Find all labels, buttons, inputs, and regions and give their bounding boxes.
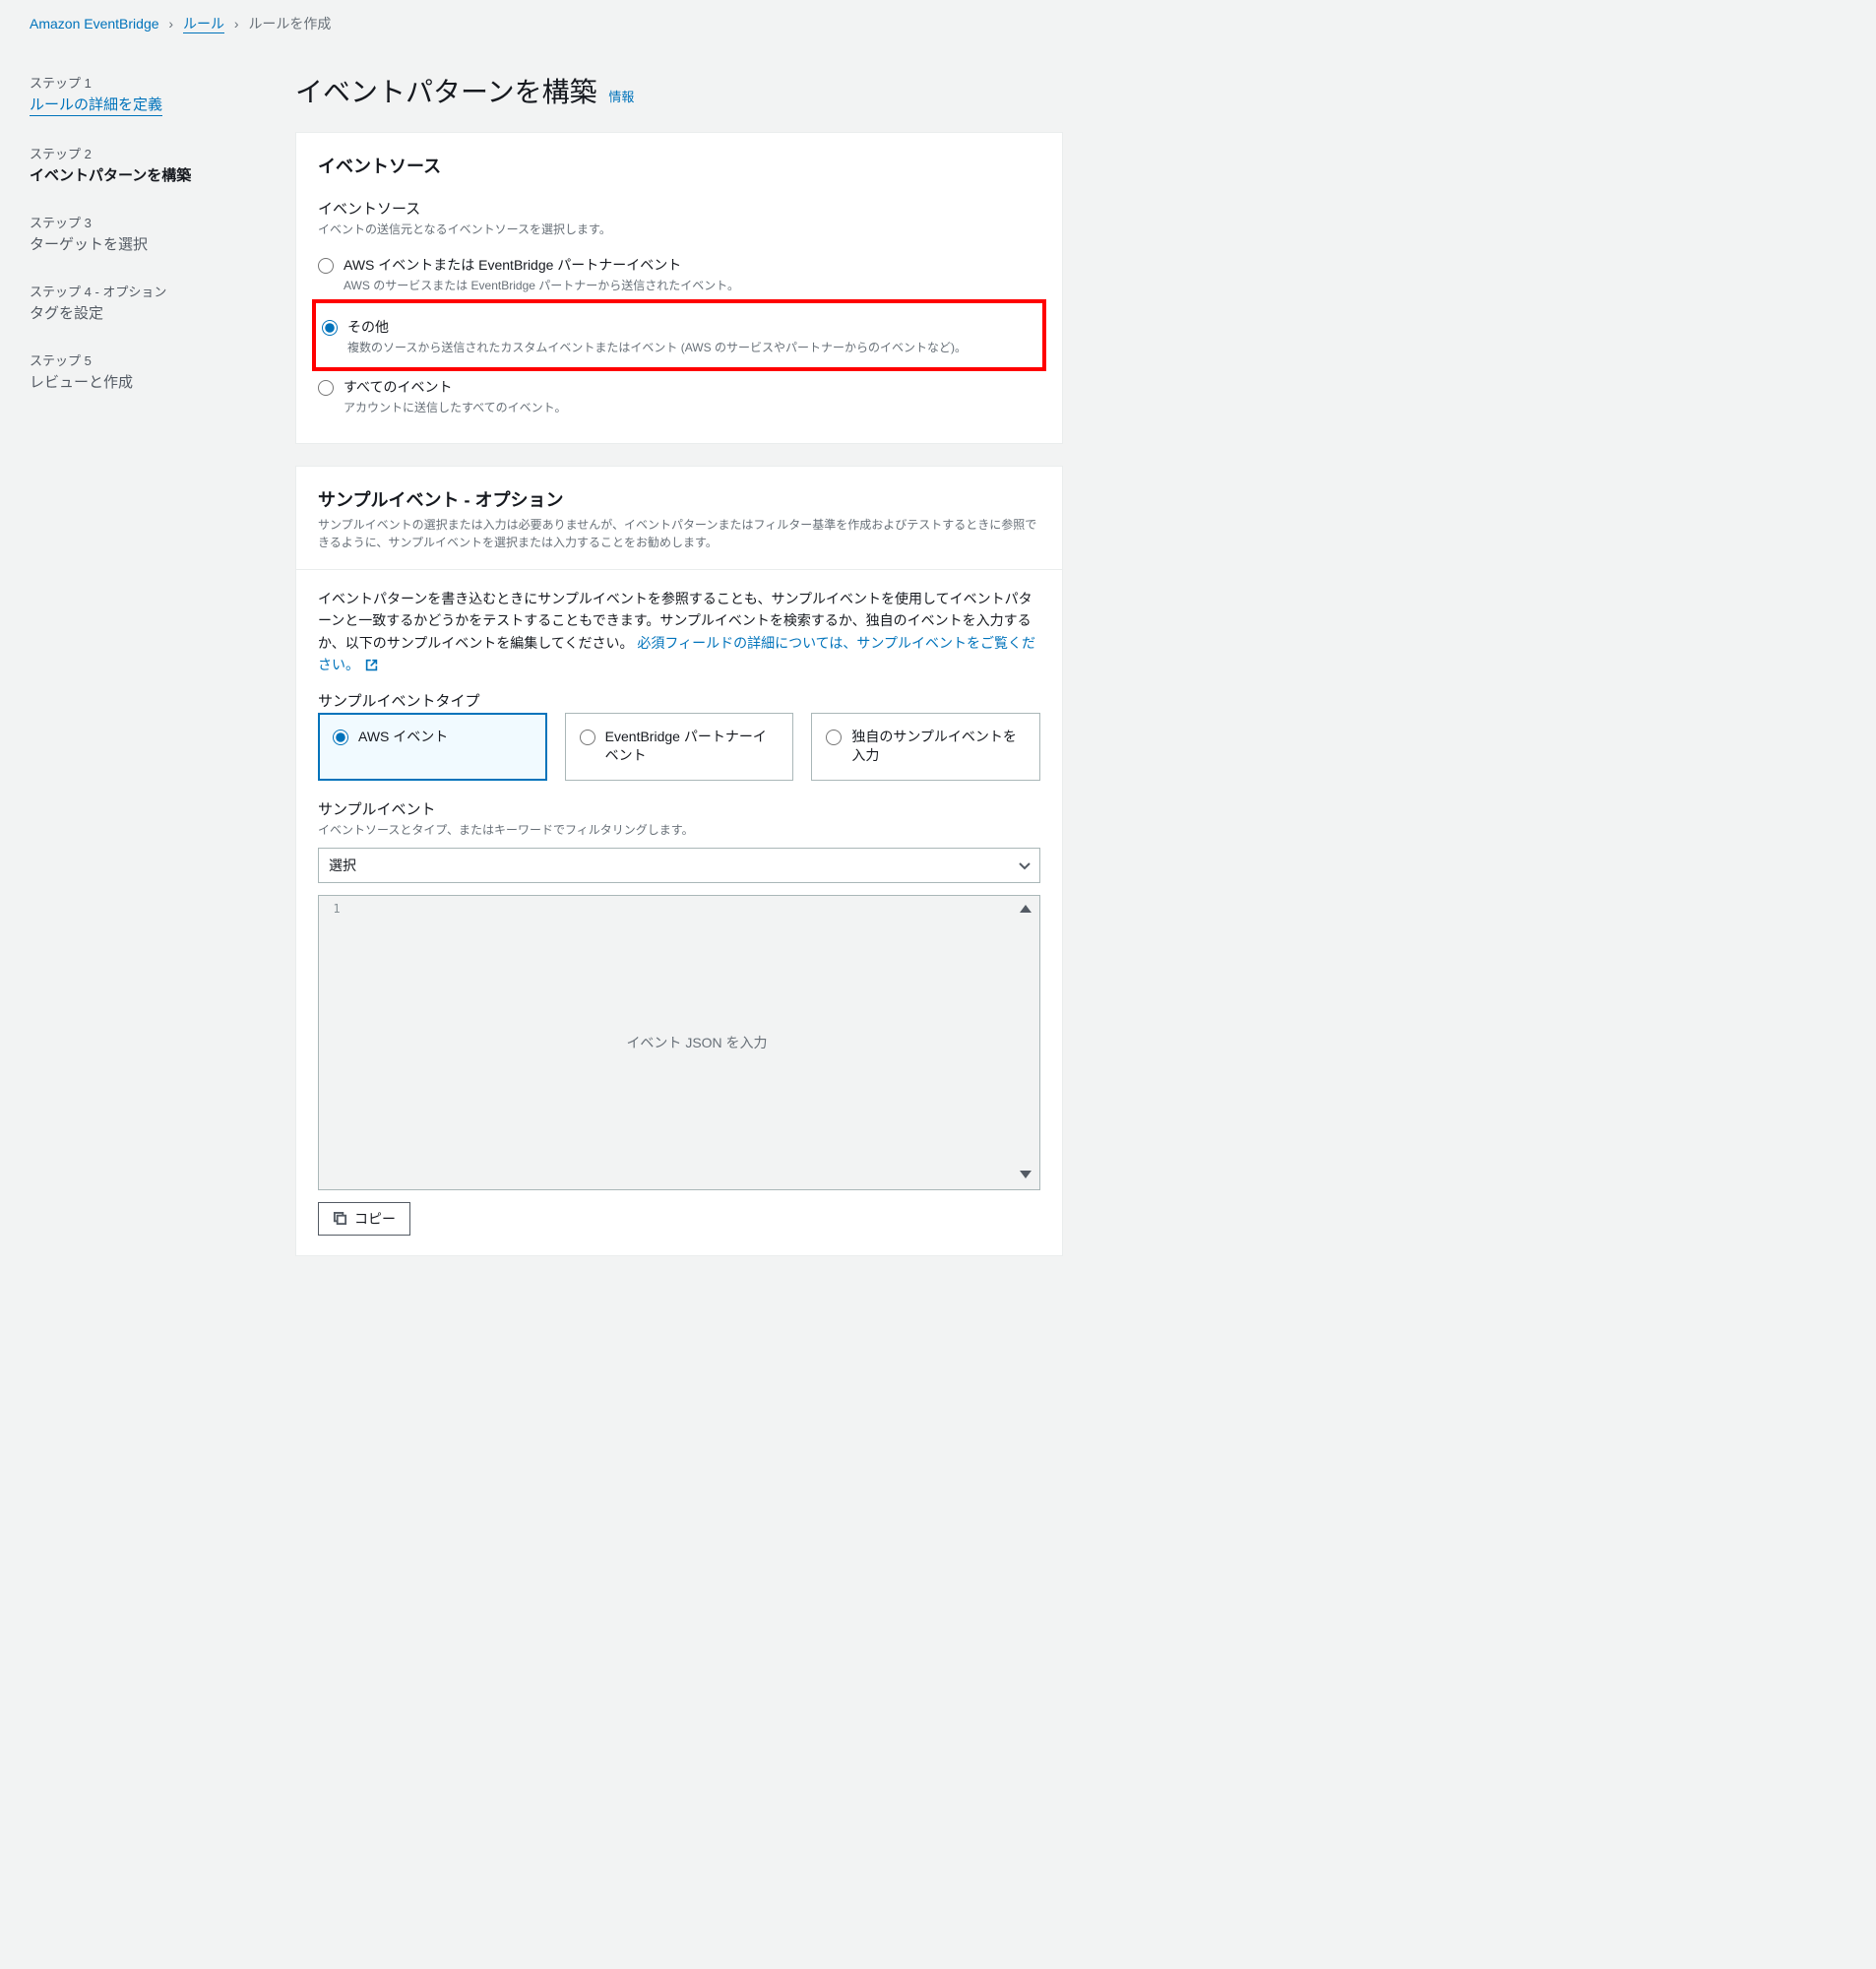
scroll-up-icon[interactable] [1018, 902, 1033, 918]
step-label: ステップ 4 - オプション [30, 282, 256, 300]
radio-input[interactable] [333, 730, 348, 745]
wizard-steps: ステップ 1 ルールの詳細を定義 ステップ 2 イベントパターンを構築 ステップ… [30, 53, 256, 1278]
step-label: ステップ 2 [30, 144, 256, 162]
step-select-target: ターゲットを選択 [30, 233, 256, 254]
json-editor[interactable]: 1 イベント JSON を入力 [318, 895, 1040, 1190]
chevron-right-icon: › [168, 16, 173, 32]
body-text: イベントパターンを書き込むときにサンプルイベントを参照することも、サンプルイベン… [318, 588, 1040, 678]
radio-title: すべてのイベント [344, 377, 1040, 397]
copy-label: コピー [354, 1209, 396, 1229]
step-label: ステップ 5 [30, 350, 256, 369]
radio-title: AWS イベントまたは EventBridge パートナーイベント [344, 255, 1040, 275]
step-define-rule[interactable]: ルールの詳細を定義 [30, 94, 162, 116]
tile-partner-events[interactable]: EventBridge パートナーイベント [565, 713, 794, 781]
radio-all-events[interactable]: すべてのイベント アカウントに送信したすべてのイベント。 [318, 369, 1040, 423]
radio-desc: 複数のソースから送信されたカスタムイベントまたはイベント (AWS のサービスや… [347, 339, 1034, 355]
panel-title: イベントソース [318, 153, 1040, 178]
highlight-annotation: その他 複数のソースから送信されたカスタムイベントまたはイベント (AWS のサ… [312, 299, 1046, 371]
field-label: イベントソース [318, 198, 1040, 219]
field-hint: イベントの送信元となるイベントソースを選択します。 [318, 221, 1040, 237]
radio-aws-partner[interactable]: AWS イベントまたは EventBridge パートナーイベント AWS のサ… [318, 247, 1040, 301]
breadcrumb-current: ルールを作成 [248, 16, 331, 32]
radio-input[interactable] [318, 380, 334, 396]
tile-label: 独自のサンプルイベントを入力 [851, 728, 1026, 766]
breadcrumb-root[interactable]: Amazon EventBridge [30, 16, 159, 32]
tile-label: AWS イベント [358, 728, 448, 747]
panel-desc: サンプルイベントの選択または入力は必要ありませんが、イベントパターンまたはフィル… [318, 516, 1040, 551]
sample-event-panel: サンプルイベント - オプション サンプルイベントの選択または入力は必要ありませ… [295, 466, 1063, 1256]
radio-input[interactable] [826, 730, 842, 745]
tile-aws-events[interactable]: AWS イベント [318, 713, 547, 781]
copy-button[interactable]: コピー [318, 1202, 410, 1236]
external-link-icon [365, 656, 378, 677]
divider [296, 569, 1062, 570]
step-label: ステップ 3 [30, 213, 256, 231]
editor-gutter: 1 [319, 896, 354, 1189]
radio-desc: アカウントに送信したすべてのイベント。 [344, 399, 1040, 415]
breadcrumb: Amazon EventBridge › ルール › ルールを作成 [0, 0, 1876, 33]
scroll-down-icon[interactable] [1018, 1168, 1033, 1183]
copy-icon [333, 1211, 347, 1226]
field-label: サンプルイベント [318, 798, 1040, 819]
radio-other[interactable]: その他 複数のソースから送信されたカスタムイベントまたはイベント (AWS のサ… [322, 309, 1034, 363]
breadcrumb-rules[interactable]: ルール [183, 16, 224, 33]
editor-placeholder: イベント JSON を入力 [626, 1033, 767, 1052]
radio-input[interactable] [580, 730, 595, 745]
chevron-right-icon: › [234, 16, 239, 32]
field-hint: イベントソースとタイプ、またはキーワードでフィルタリングします。 [318, 821, 1040, 838]
radio-input[interactable] [318, 258, 334, 274]
step-review-create: レビューと作成 [30, 371, 256, 392]
page-title: イベントパターンを構築 情報 [295, 71, 1063, 110]
info-link[interactable]: 情報 [608, 90, 634, 104]
step-build-pattern: イベントパターンを構築 [30, 164, 256, 185]
tile-custom-event[interactable]: 独自のサンプルイベントを入力 [811, 713, 1040, 781]
field-label: サンプルイベントタイプ [318, 690, 1040, 711]
step-label: ステップ 1 [30, 73, 256, 92]
radio-input[interactable] [322, 320, 338, 336]
radio-desc: AWS のサービスまたは EventBridge パートナーから送信されたイベン… [344, 277, 1040, 293]
sample-event-select[interactable]: 選択 [318, 848, 1040, 883]
event-source-panel: イベントソース イベントソース イベントの送信元となるイベントソースを選択します… [295, 132, 1063, 444]
step-configure-tags: タグを設定 [30, 302, 256, 323]
tile-label: EventBridge パートナーイベント [605, 728, 780, 766]
panel-title: サンプルイベント - オプション [318, 486, 1040, 512]
radio-title: その他 [347, 317, 1034, 337]
